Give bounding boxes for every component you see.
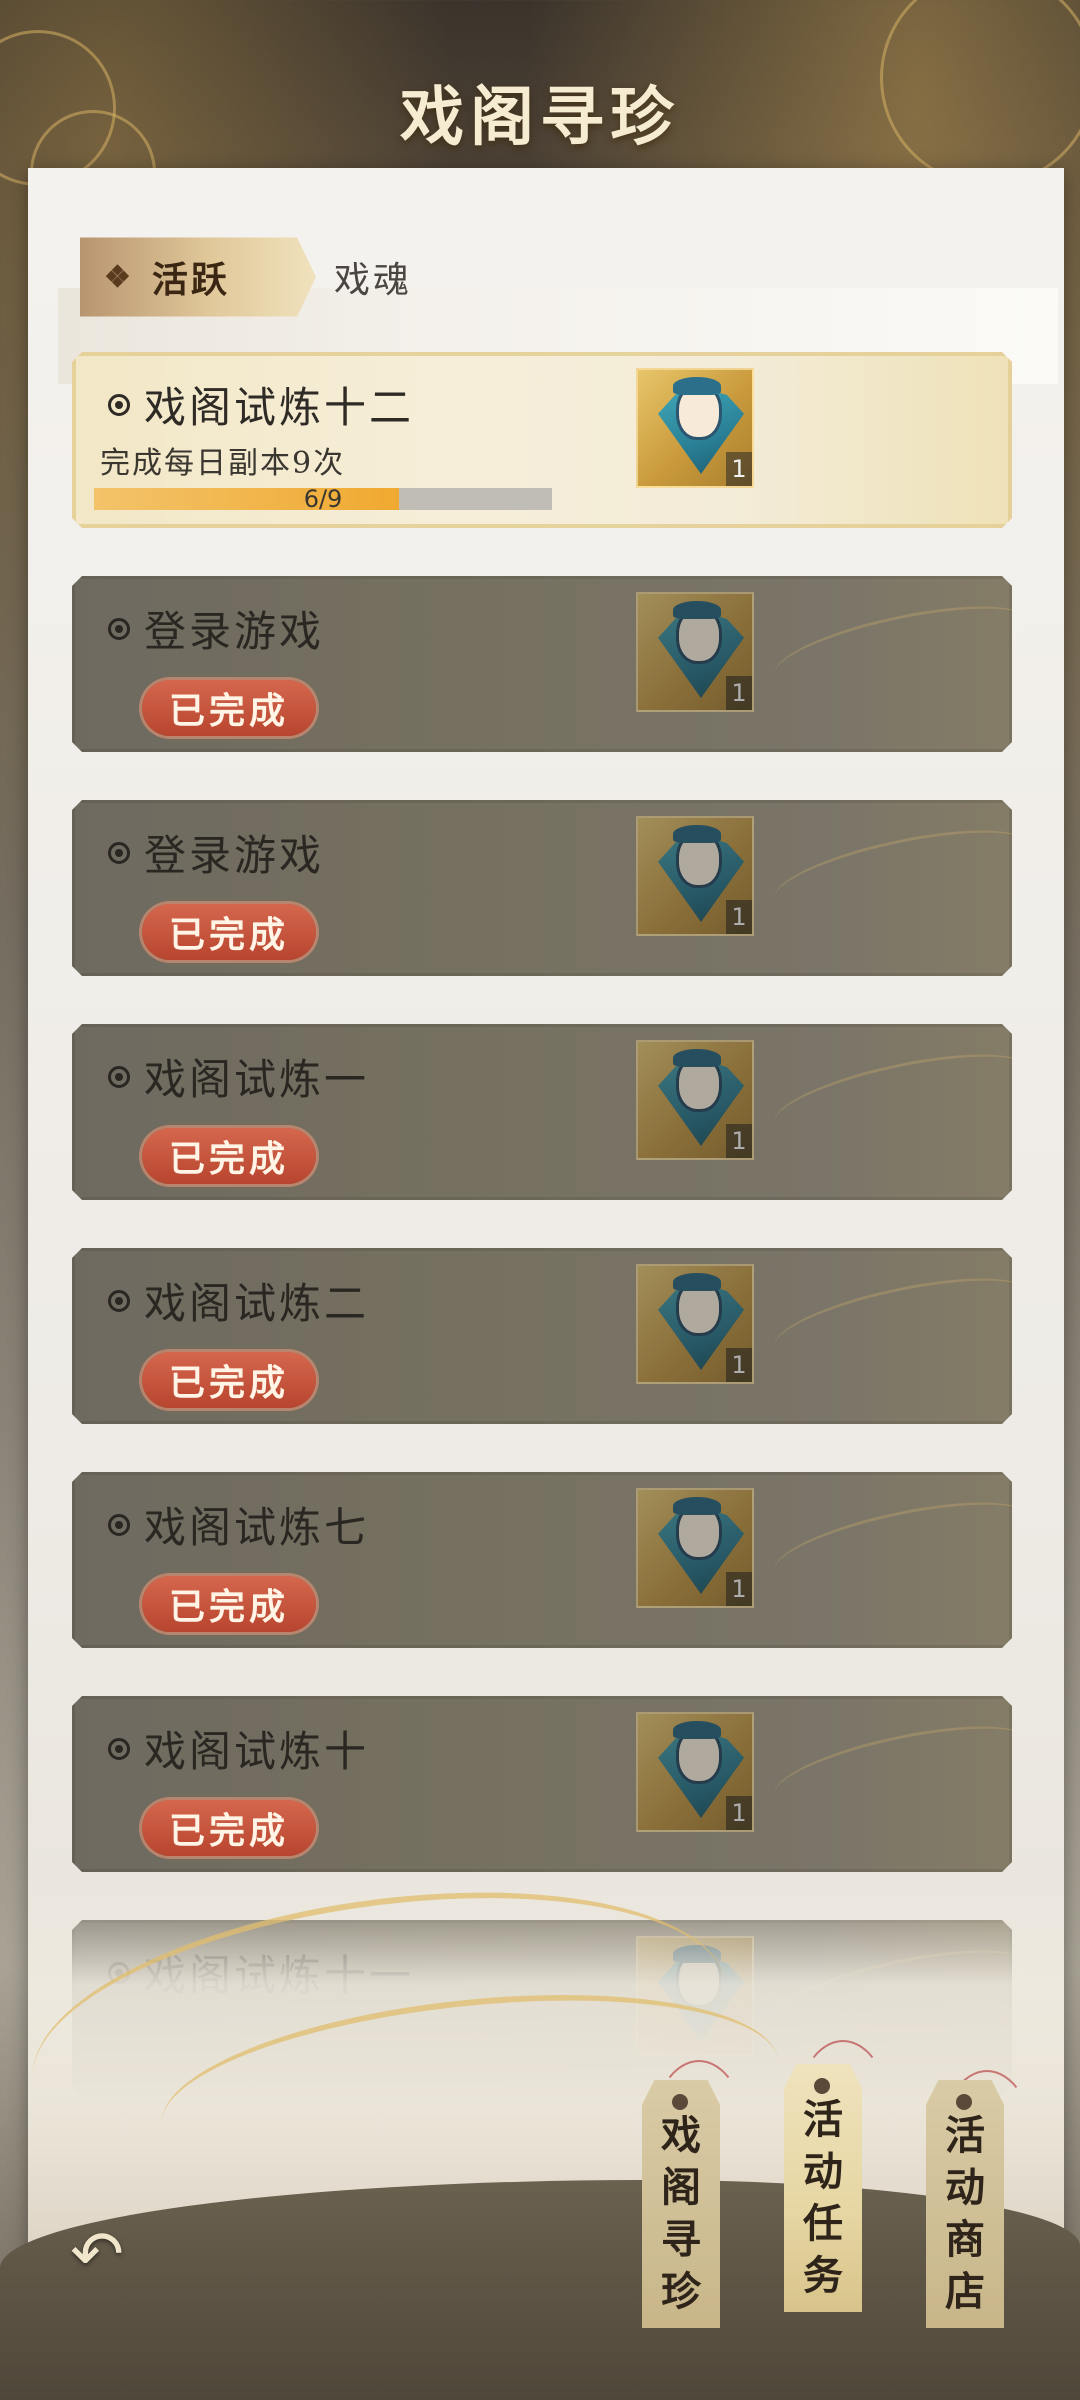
tab-xihun[interactable]: 戏魂 xyxy=(334,230,412,324)
progress-bar: 6/9 xyxy=(94,485,552,513)
tab-active[interactable]: ❖ 活跃 xyxy=(80,237,316,317)
task-card[interactable]: 戏阁试炼七 已完成 1 xyxy=(72,1472,1012,1648)
tag-hole xyxy=(672,2094,688,2110)
opera-fan-reward-icon[interactable]: 1 xyxy=(636,1264,754,1384)
bullet-icon xyxy=(108,617,130,640)
completed-badge: 已完成 xyxy=(142,904,316,960)
bullet-icon xyxy=(108,1065,130,1088)
task-title-row: 戏阁试炼二 xyxy=(108,1270,369,1331)
nav-char: 活 xyxy=(803,2096,843,2143)
task-description: 完成每日副本9次 xyxy=(100,446,346,481)
nav-char: 阁 xyxy=(661,2164,701,2211)
task-card[interactable]: 戏阁试炼一 已完成 1 xyxy=(72,1024,1012,1200)
nav-char: 寻 xyxy=(661,2216,701,2263)
task-title-row: 登录游戏 xyxy=(108,598,324,659)
reward-count: 1 xyxy=(726,1796,752,1830)
task-title-row: 戏阁试炼十二 xyxy=(108,374,414,435)
task-card[interactable]: 登录游戏 已完成 1 xyxy=(72,576,1012,752)
nav-label: 戏 阁 寻 珍 xyxy=(661,2110,701,2318)
nav-tag-xige-xunzhen[interactable]: 戏 阁 寻 珍 xyxy=(642,2080,720,2328)
bullet-icon xyxy=(108,841,130,864)
completed-badge: 已完成 xyxy=(142,1800,316,1856)
nav-label: 活 动 商 店 xyxy=(945,2110,985,2318)
reward-count: 1 xyxy=(726,900,752,934)
nav-tag-activity-tasks[interactable]: 活 动 任 务 xyxy=(784,2064,862,2312)
nav-char: 珍 xyxy=(661,2268,701,2315)
opera-face xyxy=(673,1497,722,1560)
completed-badge: 已完成 xyxy=(142,1576,316,1632)
reward-count: 1 xyxy=(726,1572,752,1606)
task-title: 戏阁试炼十二 xyxy=(144,383,415,432)
task-title: 戏阁试炼二 xyxy=(144,1279,370,1328)
task-card-active[interactable]: 戏阁试炼十二 完成每日副本9次 6/9 1 xyxy=(72,352,1012,528)
progress-text: 6/9 xyxy=(303,485,343,513)
task-title: 戏阁试炼一 xyxy=(144,1055,370,1104)
completed-badge: 已完成 xyxy=(142,1128,316,1184)
task-card[interactable]: 登录游戏 已完成 1 xyxy=(72,800,1012,976)
tab-label: 活跃 xyxy=(151,259,230,301)
reward-count: 1 xyxy=(726,1348,752,1382)
opera-fan-reward-icon[interactable]: 1 xyxy=(636,1712,754,1832)
nav-char: 任 xyxy=(803,2200,843,2247)
opera-face xyxy=(673,601,722,664)
bottom-decoration xyxy=(0,2180,1080,2400)
bullet-icon xyxy=(108,1289,130,1312)
reward-count: 1 xyxy=(726,452,752,486)
nav-char: 店 xyxy=(945,2268,985,2315)
bullet-icon xyxy=(108,393,130,416)
opera-fan-reward-icon[interactable]: 1 xyxy=(636,1040,754,1160)
nav-label: 活 动 任 务 xyxy=(803,2094,843,2302)
task-title: 登录游戏 xyxy=(144,607,325,656)
nav-char: 活 xyxy=(945,2112,985,2159)
reward-count: 1 xyxy=(726,1124,752,1158)
opera-face xyxy=(673,1721,722,1784)
page-title: 戏阁寻珍 xyxy=(400,80,680,155)
tag-hole xyxy=(814,2078,830,2094)
task-title-row: 戏阁试炼一 xyxy=(108,1046,369,1107)
completed-badge: 已完成 xyxy=(142,1352,316,1408)
opera-fan-reward-icon[interactable]: 1 xyxy=(636,592,754,712)
opera-fan-reward-icon[interactable]: 1 xyxy=(636,1488,754,1608)
nav-char: 戏 xyxy=(661,2112,701,2159)
task-card[interactable]: 戏阁试炼十 已完成 1 xyxy=(72,1696,1012,1872)
opera-face xyxy=(673,1049,722,1112)
diamond-icon: ❖ xyxy=(104,259,134,295)
nav-char: 商 xyxy=(945,2216,985,2263)
task-title-row: 登录游戏 xyxy=(108,822,324,883)
nav-char: 动 xyxy=(945,2164,985,2211)
opera-face xyxy=(673,825,722,888)
bullet-icon xyxy=(108,1513,130,1536)
bullet-icon xyxy=(108,1737,130,1760)
opera-fan-reward-icon[interactable]: 1 xyxy=(636,816,754,936)
opera-fan-reward-icon[interactable]: 1 xyxy=(636,368,754,488)
task-title: 戏阁试炼十 xyxy=(144,1727,370,1776)
task-title-row: 戏阁试炼七 xyxy=(108,1494,369,1555)
tag-hole xyxy=(956,2094,972,2110)
task-title: 戏阁试炼七 xyxy=(144,1503,370,1552)
task-card[interactable]: 戏阁试炼二 已完成 1 xyxy=(72,1248,1012,1424)
reward-count: 1 xyxy=(726,676,752,710)
nav-char: 务 xyxy=(803,2252,843,2299)
opera-face xyxy=(673,1273,722,1336)
back-arrow-icon[interactable]: ↶ xyxy=(52,2220,142,2290)
nav-tag-activity-shop[interactable]: 活 动 商 店 xyxy=(926,2080,1004,2328)
task-title: 登录游戏 xyxy=(144,831,325,880)
tab-label: 戏魂 xyxy=(334,260,413,301)
completed-badge: 已完成 xyxy=(142,680,316,736)
nav-char: 动 xyxy=(803,2148,843,2195)
task-title-row: 戏阁试炼十 xyxy=(108,1718,369,1779)
opera-face xyxy=(673,377,722,440)
